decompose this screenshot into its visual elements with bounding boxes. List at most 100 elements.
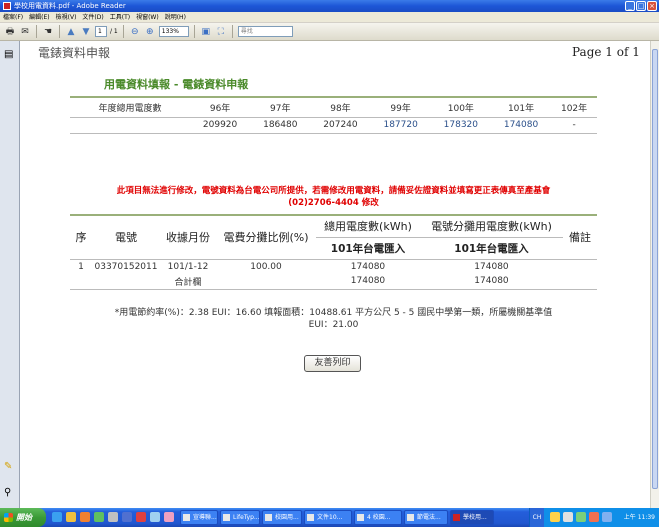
- quick-launch-app-icon[interactable]: [136, 512, 146, 522]
- toolbar-divider: [122, 25, 124, 38]
- zoom-in-icon[interactable]: ⊕: [144, 26, 156, 38]
- col-ratio: 電費分攤比例(%): [216, 214, 316, 260]
- friendly-print-button[interactable]: 友善列印: [304, 355, 361, 372]
- menu-window[interactable]: 視窗(W): [136, 12, 159, 22]
- table-cell: 178320: [430, 117, 491, 134]
- table-cell: [70, 117, 190, 134]
- summary-line-1: *用電節約率(%)：2.38 EUI：16.60 填報面積：10488.61 平…: [114, 308, 553, 318]
- col-meter: 電號: [92, 214, 160, 260]
- cell-empty: [563, 274, 597, 290]
- taskbar-item[interactable]: LifeTyp...: [220, 510, 260, 525]
- menu-view[interactable]: 檢視(V): [56, 12, 77, 22]
- taskbar-item[interactable]: 校園用...: [262, 510, 302, 525]
- page-number-input[interactable]: 1: [95, 26, 107, 37]
- window-icon: [223, 514, 230, 521]
- close-button[interactable]: ×: [647, 1, 657, 11]
- menu-bar: 檔案(F) 編輯(E) 檢視(V) 文件(D) 工具(T) 視窗(W) 說明(H…: [0, 12, 659, 23]
- taskbar-item[interactable]: 宣導聯...: [180, 510, 218, 525]
- sub-header-alloc: 101年台電匯入: [419, 236, 563, 260]
- taskbar-item[interactable]: 文件10...: [304, 510, 352, 525]
- table-cell: 174080: [490, 117, 552, 134]
- quick-launch-app-icon[interactable]: [94, 512, 104, 522]
- minimize-button[interactable]: _: [625, 1, 635, 11]
- quick-launch-app-icon[interactable]: [122, 512, 132, 522]
- previous-page-icon[interactable]: ▲: [65, 26, 77, 38]
- language-indicator[interactable]: CH: [530, 508, 544, 527]
- window-icon: [357, 514, 364, 521]
- zoom-level-select[interactable]: 133%: [158, 26, 189, 37]
- col-month: 收據月份: [160, 214, 216, 260]
- table-cell: 207240: [310, 117, 371, 134]
- taskbar-item-label: 學校用...: [463, 514, 487, 521]
- yearly-usage-table: 年度總用電度數 96年 97年 98年 99年 100年 101年 102年 2…: [70, 96, 597, 134]
- table-header: 100年: [430, 96, 491, 118]
- quick-launch-app-icon[interactable]: [164, 512, 174, 522]
- meter-table: 序 電號 收據月份 電費分攤比例(%) 總用電度數(kWh) 電號分攤用電度數(…: [70, 214, 597, 290]
- toolbar-divider: [231, 25, 233, 38]
- zoom-out-icon[interactable]: ⊖: [129, 26, 141, 38]
- scrollbar-thumb[interactable]: [652, 49, 658, 489]
- taskbar-item[interactable]: 節電法...: [404, 510, 448, 525]
- cell-empty: [92, 274, 160, 290]
- table-row: 1 03370152011 101/1-12 100.00 174080 174…: [70, 259, 597, 274]
- cell-month: 101/1-12: [167, 261, 209, 272]
- tray-icon[interactable]: [563, 512, 573, 522]
- comment-icon[interactable]: ✎: [4, 461, 12, 472]
- search-input[interactable]: 尋找: [237, 26, 293, 37]
- table-cell: 209920: [190, 117, 251, 134]
- print-icon[interactable]: 🖶: [4, 26, 16, 38]
- sum-total: 174080: [316, 274, 420, 290]
- navigation-panel: ▤ ✎ ⚲: [0, 41, 20, 508]
- taskbar-item-label: 文件10...: [317, 514, 343, 521]
- table-cell: -: [551, 117, 597, 134]
- email-icon[interactable]: ✉: [19, 26, 31, 38]
- quick-launch-app-icon[interactable]: [150, 512, 160, 522]
- edit-notice: 此項目無法進行修改，電號資料為台電公司所提供，若需修改用電資料，請備妥佐證資料並…: [70, 185, 597, 209]
- quick-launch-app-icon[interactable]: [108, 512, 118, 522]
- menu-document[interactable]: 文件(D): [82, 12, 103, 22]
- tray-icon[interactable]: [576, 512, 586, 522]
- clock: 上午 11:39: [623, 514, 655, 521]
- quick-launch-folder-icon[interactable]: [66, 512, 76, 522]
- full-screen-icon[interactable]: ⛶: [215, 26, 227, 38]
- quick-launch-ie-icon[interactable]: [52, 512, 62, 522]
- tray-icon[interactable]: [589, 512, 599, 522]
- taskbar-item[interactable]: 4 校園...: [354, 510, 402, 525]
- tray-icon[interactable]: [550, 512, 560, 522]
- table-header: 98年: [310, 96, 371, 118]
- toolbar-divider: [59, 25, 60, 38]
- hand-tool-icon[interactable]: ☚: [42, 26, 54, 38]
- taskbar-item-label: 節電法...: [417, 514, 441, 521]
- menu-file[interactable]: 檔案(F): [3, 12, 23, 22]
- taskbar-item-active[interactable]: 學校用...: [450, 510, 494, 525]
- notice-line-2: (02)2706-4404 修改: [288, 198, 379, 208]
- start-button[interactable]: 開始: [0, 508, 46, 527]
- maximize-button[interactable]: □: [636, 1, 646, 11]
- attachment-icon[interactable]: ⚲: [4, 487, 11, 498]
- system-tray: CH 上午 11:39: [529, 508, 659, 527]
- table-header: 年度總用電度數: [70, 96, 190, 118]
- taskbar-item-label: 校園用...: [275, 514, 299, 521]
- taskbar-item-label: LifeTyp...: [233, 514, 260, 521]
- pages-icon[interactable]: ▤: [4, 49, 13, 60]
- notice-line-1: 此項目無法進行修改，電號資料為台電公司所提供，若需修改用電資料，請備妥佐證資料並…: [116, 186, 551, 196]
- window-title: 學校用電資料.pdf - Adobe Reader: [14, 2, 126, 10]
- taskbar-item-label: 宣導聯...: [193, 514, 217, 521]
- menu-tools[interactable]: 工具(T): [110, 12, 130, 22]
- fit-page-icon[interactable]: ▣: [200, 26, 212, 38]
- table-header: 97年: [250, 96, 311, 118]
- cell-seq: 1: [78, 261, 84, 272]
- menu-edit[interactable]: 編輯(E): [29, 12, 49, 22]
- adobe-reader-icon: [3, 2, 11, 10]
- tray-icon[interactable]: [602, 512, 612, 522]
- menu-help[interactable]: 說明(H): [165, 12, 186, 22]
- sum-label: 合計欄: [160, 274, 216, 290]
- cell-empty: [70, 274, 92, 290]
- next-page-icon[interactable]: ▼: [80, 26, 92, 38]
- page-indicator: Page 1 of 1: [572, 45, 640, 59]
- quick-launch-media-icon[interactable]: [80, 512, 90, 522]
- window-icon: [307, 514, 314, 521]
- table-row: 209920 186480 207240 187720 178320 17408…: [70, 117, 597, 134]
- summary: *用電節約率(%)：2.38 EUI：16.60 填報面積：10488.61 平…: [70, 307, 597, 331]
- vertical-scrollbar[interactable]: [650, 41, 659, 508]
